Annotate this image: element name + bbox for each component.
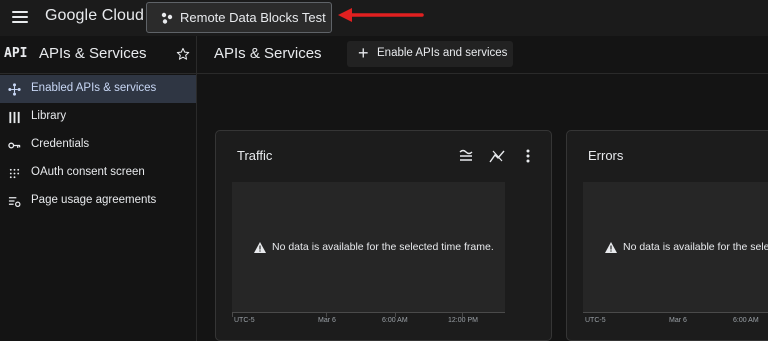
star-icon[interactable] <box>176 47 190 61</box>
sidebar-item-label: OAuth consent screen <box>31 166 145 178</box>
annotation-arrow <box>338 8 424 22</box>
diamond-dots-icon <box>8 83 21 96</box>
sidebar-item-label: Library <box>31 110 67 122</box>
enable-apis-label: Enable APIs and services <box>377 47 508 59</box>
warning-icon <box>605 241 617 253</box>
card-title: Errors <box>588 148 624 163</box>
empty-state-message: No data is available for the selected ti… <box>623 241 768 253</box>
sidebar-item-label: Enabled APIs & services <box>31 82 157 94</box>
x-tick-label: 6:00 AM <box>733 317 759 324</box>
x-tick-label: 6:00 AM <box>382 317 408 324</box>
list-settings-icon <box>8 197 21 208</box>
x-tick-label: 12:00 PM <box>448 317 478 324</box>
sidebar-nav: Enabled APIs & services Library Credenti… <box>0 75 196 215</box>
x-tick-label: UTC-5 <box>234 317 255 324</box>
google-cloud-logo[interactable]: Google Cloud <box>45 7 144 25</box>
sidebar-item-page-usage[interactable]: Page usage agreements <box>0 187 196 215</box>
enable-apis-button[interactable]: + Enable APIs and services <box>347 41 513 67</box>
key-icon <box>8 142 21 149</box>
sidebar-item-label: Credentials <box>31 138 90 150</box>
errors-chart: No data is available for the selected ti… <box>583 182 768 313</box>
sidebar-divider <box>196 36 197 341</box>
legend-toggle-icon[interactable] <box>458 148 474 164</box>
sidebar-item-credentials[interactable]: Credentials <box>0 131 196 159</box>
x-tick-label: Mar 6 <box>318 317 336 324</box>
sidebar-item-library[interactable]: Library <box>0 103 196 131</box>
x-axis <box>232 312 505 313</box>
menu-icon[interactable] <box>12 11 28 23</box>
api-badge: API <box>4 46 28 61</box>
top-bar: Google Cloud Remote Data Blocks Test <box>0 0 768 36</box>
dotted-grid-icon <box>9 168 20 179</box>
project-dots-icon <box>161 12 173 24</box>
library-icon <box>9 111 20 124</box>
page-title: APIs & Services <box>214 45 322 62</box>
x-tick-label: UTC-5 <box>585 317 606 324</box>
empty-state: No data is available for the selected ti… <box>605 241 768 253</box>
warning-icon <box>254 241 266 253</box>
empty-state-message: No data is available for the selected ti… <box>272 241 494 253</box>
errors-card: Errors No data is available for the sele… <box>566 130 768 341</box>
section-title: APIs & Services <box>39 45 147 62</box>
x-tick <box>232 313 233 317</box>
traffic-card: Traffic No data is available for the sel… <box>215 130 552 341</box>
section-header: API APIs & Services APIs & Services + En… <box>0 36 768 74</box>
chart-explore-icon[interactable] <box>489 148 505 164</box>
plus-icon: + <box>358 43 369 63</box>
traffic-chart: No data is available for the selected ti… <box>232 182 505 317</box>
x-tick-label: Mar 6 <box>669 317 687 324</box>
empty-state: No data is available for the selected ti… <box>254 241 494 253</box>
x-axis <box>583 312 768 313</box>
project-picker-button[interactable]: Remote Data Blocks Test <box>146 2 332 33</box>
sidebar-item-label: Page usage agreements <box>31 194 157 206</box>
card-title: Traffic <box>237 148 273 163</box>
sidebar-item-oauth-consent[interactable]: OAuth consent screen <box>0 159 196 187</box>
sidebar-item-enabled-apis[interactable]: Enabled APIs & services <box>0 75 196 103</box>
more-vert-icon[interactable] <box>520 148 536 164</box>
project-name: Remote Data Blocks Test <box>180 10 326 25</box>
